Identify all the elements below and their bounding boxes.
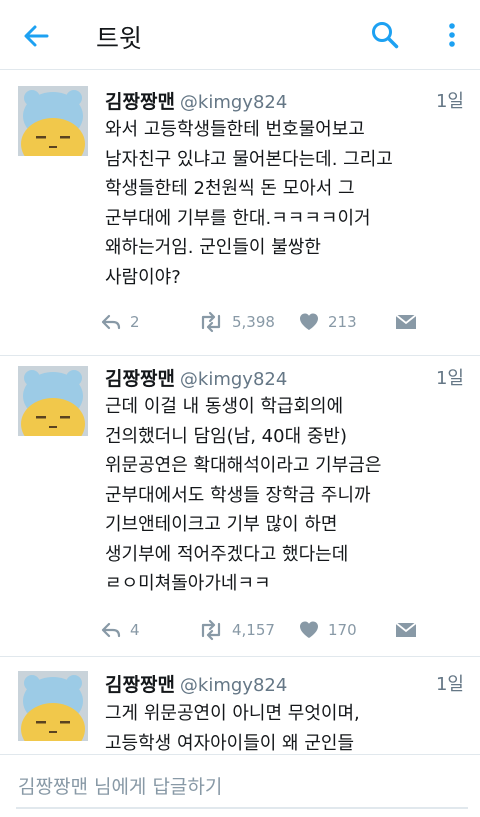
retweet-button[interactable]: 5,398 [198,310,275,334]
tweet-text-line: 학생들한테 2천원씩 돈 모아서 그 [105,178,355,199]
user-handle: @kimgy824 [179,369,288,390]
tweet-text-line: 와서 고등학생들한테 번호물어보고 [105,119,365,140]
search-icon[interactable] [369,19,401,51]
reply-count: 2 [130,313,140,331]
direct-message-button[interactable] [394,618,426,642]
tweet-actions: 2 5,398 213 [100,310,430,334]
timestamp: 1일 [435,91,464,112]
reply-icon [101,622,121,638]
tweet-text-line: 그게 위문공연이 아니면 무엇이며, [105,703,360,724]
user-handle: @kimgy824 [179,92,288,113]
display-name: 김짱짱맨 [105,368,175,390]
reply-button[interactable]: 2 [100,310,140,334]
tweet-text-line: 기브앤테이크고 기부 많이 하면 [105,514,338,535]
tweet-text-line: 사람이야? [105,266,181,288]
tweet-text-line: 군부대에 기부를 한대.ㅋㅋㅋㅋ이거 [105,207,371,229]
app-bar: 트윗 [0,0,480,70]
display-name: 김짱짱맨 [105,91,175,113]
author-name[interactable]: 김짱짱맨 @kimgy824 [105,364,287,391]
tweet[interactable]: 김짱짱맨 @kimgy824 1일 근데 이걸 내 동생이 학급회의에 건의했더니… [0,356,480,657]
like-count: 213 [328,313,357,331]
like-button[interactable]: 170 [298,618,357,642]
arrow-left-icon[interactable] [20,20,52,52]
more-vertical-icon[interactable] [436,19,468,51]
avatar[interactable] [18,86,88,156]
retweet-count: 5,398 [232,313,275,331]
tweet-text-line: 고등학생 여자아이들이 왜 군인들 [105,732,355,754]
envelope-icon [395,622,417,637]
retweet-button[interactable]: 4,157 [198,618,275,642]
tweet[interactable]: 김짱짱맨 @kimgy824 1일 그게 위문공연이 아니면 무엇이며, 고등학생… [0,657,480,754]
envelope-icon [395,314,417,329]
author-name[interactable]: 김짱짱맨 @kimgy824 [105,670,287,697]
tweet-text-line: 위문공연은 확대해석이라고 기부금은 [105,455,382,476]
tweet-text-line: 근데 이걸 내 동생이 학급회의에 [105,396,344,417]
tweet-actions: 4 4,157 170 [100,618,430,642]
tweet-text: 근데 이걸 내 동생이 학급회의에 건의했더니 담임(남, 40대 중반) 위문… [105,392,467,599]
direct-message-button[interactable] [394,310,426,334]
timestamp: 1일 [435,674,464,695]
retweet-icon [201,619,221,641]
like-count: 170 [328,621,357,639]
reply-input[interactable] [16,767,468,809]
tweet-text: 와서 고등학생들한테 번호물어보고 남자친구 있냐고 물어본다는데. 그리고 학… [105,115,467,292]
tweet-text-line: 생기부에 적어주겠다고 했다는데 [105,543,349,565]
heart-icon [300,621,318,638]
tweet-text-line: 건의했더니 담임(남, 40대 중반) [105,425,347,447]
tweet-text: 그게 위문공연이 아니면 무엇이며, 고등학생 여자아이들이 왜 군인들 [105,699,467,754]
reply-icon [101,314,121,330]
avatar[interactable] [18,366,88,436]
tweet-text-line: ㄹㅇ미쳐돌아가네ㅋㅋ [105,573,271,594]
retweet-count: 4,157 [232,621,275,639]
avatar[interactable] [18,671,88,741]
tweet-text-line: 남자친구 있냐고 물어본다는데. 그리고 [105,148,393,170]
heart-icon [300,313,318,330]
tweet[interactable]: 김짱짱맨 @kimgy824 1일 와서 고등학생들한테 번호물어보고 남자친구 … [0,70,480,356]
display-name: 김짱짱맨 [105,674,175,696]
reply-button[interactable]: 4 [100,618,140,642]
timestamp: 1일 [435,368,464,389]
tweet-text-line: 군부대에서도 학생들 장학금 주니까 [105,484,371,506]
user-handle: @kimgy824 [179,675,288,696]
author-name[interactable]: 김짱짱맨 @kimgy824 [105,87,287,114]
page-title: 트윗 [96,24,143,53]
tweet-text-line: 왜하는거임. 군인들이 불쌍한 [105,237,321,258]
retweet-icon [201,311,221,333]
like-button[interactable]: 213 [298,310,357,334]
reply-count: 4 [130,621,140,639]
reply-composer [0,754,480,817]
